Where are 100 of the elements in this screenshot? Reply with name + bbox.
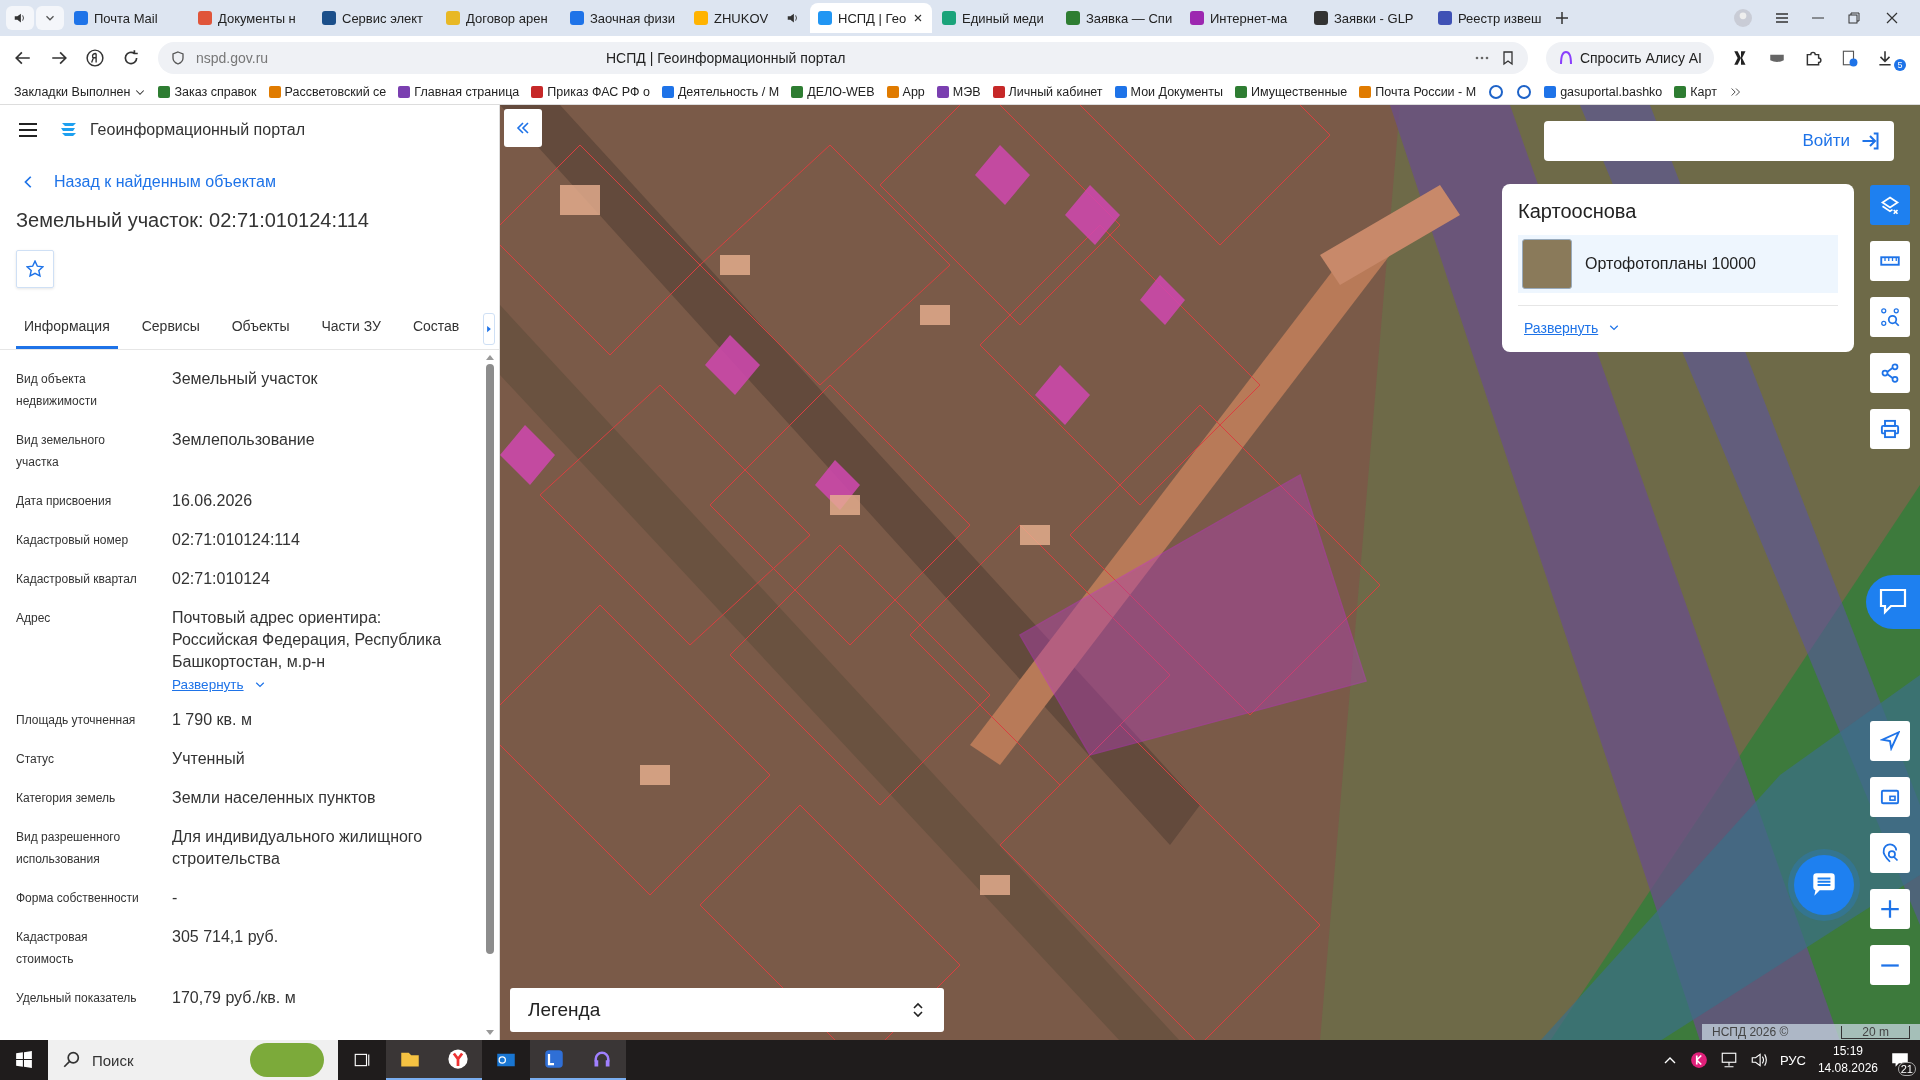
double-chevron-left-icon xyxy=(515,120,531,136)
minimap-button[interactable] xyxy=(1870,777,1910,817)
bookmark-icon xyxy=(1516,84,1533,100)
expand-link[interactable]: Развернуть xyxy=(1524,320,1599,336)
layers-button[interactable] xyxy=(1870,185,1910,225)
tab-favicon-icon xyxy=(570,11,584,25)
field-value: Почтовый адрес ориентира: Российская Федерация, Республика Башкортостан, м.р-н xyxy=(172,608,443,672)
profile-icon xyxy=(1734,9,1752,27)
measure-button[interactable] xyxy=(1870,241,1910,281)
collapse-panel-button[interactable] xyxy=(504,109,542,147)
browser-tab[interactable]: Документы н xyxy=(190,3,312,33)
bookmark-link[interactable]: App xyxy=(902,85,925,99)
detail-tab[interactable]: Части ЗУ xyxy=(313,308,389,349)
browser-tab[interactable]: Почта Mail xyxy=(66,3,188,33)
search-placeholder: Поиск xyxy=(92,1051,134,1069)
browser-tab[interactable]: НСПД | Гео xyxy=(810,3,932,33)
taskbar-clock[interactable]: 15:19 14.08.2026 xyxy=(1817,1043,1878,1077)
address-bar[interactable]: nspd.gov.ru НСПД | Геоинформационный портал xyxy=(158,42,1528,74)
bookmark-favicon-icon xyxy=(992,86,1005,98)
scroll-up-icon[interactable] xyxy=(486,354,494,360)
bookmark-link[interactable]: Заказ справок xyxy=(174,85,257,99)
share-button[interactable] xyxy=(1870,353,1910,393)
bookmark-folder[interactable]: Закладки Выполнен xyxy=(14,85,131,99)
browser-tab[interactable]: Заявка — Спи xyxy=(1058,3,1180,33)
detail-tab[interactable]: Информация xyxy=(16,308,118,349)
field-label: Кадастровый квартал xyxy=(16,571,138,588)
basemap-layer[interactable]: Ортофотопланы 10000 xyxy=(1518,235,1838,293)
help-button[interactable] xyxy=(1866,575,1920,629)
back-icon xyxy=(14,49,32,67)
favorite-button[interactable] xyxy=(16,250,54,288)
field-label: Удельный показатель xyxy=(16,990,138,1007)
bookmark-link[interactable]: Карт xyxy=(1690,85,1717,99)
tab-favicon-icon xyxy=(1066,11,1080,25)
basemap-title: Картооснова xyxy=(1518,200,1638,223)
bookmark-link[interactable]: Мои Документы xyxy=(1130,85,1223,99)
bookmark-link[interactable]: Личный кабинет xyxy=(1008,85,1103,99)
share-icon xyxy=(1880,363,1900,383)
field-label: Площадь уточненная xyxy=(16,712,137,729)
detail-tab[interactable]: Объекты xyxy=(223,308,298,349)
map-attribution: НСПД 2026 © xyxy=(1712,1025,1789,1039)
locate-button[interactable] xyxy=(1870,721,1910,761)
bookmark-link[interactable]: ДЕЛО-WEB xyxy=(807,85,875,99)
zoom-out-button[interactable] xyxy=(1870,945,1910,985)
field-label: Статус xyxy=(16,751,55,768)
bookmark-link[interactable]: Приказ ФАС РФ о xyxy=(547,85,650,99)
bookmark-favicon-icon xyxy=(158,86,171,98)
legend-bar[interactable]: Легенда xyxy=(510,988,944,1032)
back-link[interactable]: Назад к найденным объектам xyxy=(54,173,276,191)
bookmark-link[interactable]: gasuportal.bashko xyxy=(1560,85,1663,99)
scroll-down-icon[interactable] xyxy=(486,1030,494,1036)
browser-tab[interactable]: Заявки - GLP xyxy=(1306,3,1428,33)
taskbar-app[interactable] xyxy=(530,1040,578,1080)
taskbar-app[interactable] xyxy=(434,1040,482,1080)
field-value: Земли населенных пунктов xyxy=(172,788,376,808)
scale-bar: 20 m xyxy=(1841,1025,1910,1039)
restore-icon xyxy=(1846,10,1862,26)
login-button[interactable]: Войти xyxy=(1544,121,1894,161)
browser-tab[interactable]: Интернет-ма xyxy=(1182,3,1304,33)
browser-tab[interactable]: Реестр извеш xyxy=(1430,3,1552,33)
navigation-arrow-icon xyxy=(1880,731,1900,751)
bookmark-favicon-icon xyxy=(661,86,674,98)
taskbar-search-field[interactable]: Поиск xyxy=(48,1040,338,1080)
bookmark-link[interactable]: Рассветовский се xyxy=(284,85,387,99)
volume-icon xyxy=(1749,1051,1768,1069)
bookmark-link[interactable]: Имущественные xyxy=(1251,85,1348,99)
tabs-scroll-button[interactable] xyxy=(483,312,496,345)
print-icon xyxy=(1880,419,1900,439)
taskbar-app[interactable] xyxy=(578,1040,626,1080)
detail-tab[interactable]: Состав xyxy=(404,308,468,349)
downloads-button[interactable] xyxy=(1876,49,1894,67)
geosearch-button[interactable] xyxy=(1870,833,1910,873)
tab-audio-button[interactable] xyxy=(6,6,34,30)
bookmark-link[interactable]: Почта России - М xyxy=(1375,85,1477,99)
expand-link[interactable]: Развернуть xyxy=(172,677,244,692)
page-title: НСПД | Геоинформационный портал xyxy=(606,50,847,66)
field-value: Земельный участок xyxy=(172,369,318,389)
browser-tab[interactable]: ZHUKOV xyxy=(686,3,808,33)
field-value: - xyxy=(172,888,178,908)
field-label: Дата присвоения xyxy=(16,493,113,510)
area-select-button[interactable] xyxy=(1870,297,1910,337)
bookmark-link[interactable]: Деятельность / М xyxy=(677,85,780,99)
assistant-button[interactable]: Спросить Алису AI xyxy=(1545,42,1714,74)
detail-tab[interactable]: Сервисы xyxy=(133,308,208,349)
taskbar-app[interactable] xyxy=(386,1040,434,1080)
print-button[interactable] xyxy=(1870,409,1910,449)
bookmark-link[interactable]: МЭВ xyxy=(952,85,981,99)
browser-tab[interactable]: Единый меди xyxy=(934,3,1056,33)
minimap-icon xyxy=(1880,787,1900,807)
field-label: Кадастровый номер xyxy=(16,532,130,549)
bookmark-favicon-icon xyxy=(398,86,411,98)
download-icon xyxy=(1876,49,1894,67)
browser-tab[interactable]: Договор арен xyxy=(438,3,560,33)
reload-icon xyxy=(122,49,140,67)
bookmark-favicon-icon xyxy=(1359,86,1372,98)
field-label: Вид земельного участка xyxy=(16,432,106,471)
browser-tab[interactable]: Заочная физи xyxy=(562,3,684,33)
browser-tab[interactable]: Сервис элект xyxy=(314,3,436,33)
zoom-in-button[interactable] xyxy=(1870,889,1910,929)
bookmark-link[interactable]: Главная страница xyxy=(414,85,520,99)
input-language[interactable]: РУС xyxy=(1779,1052,1806,1068)
